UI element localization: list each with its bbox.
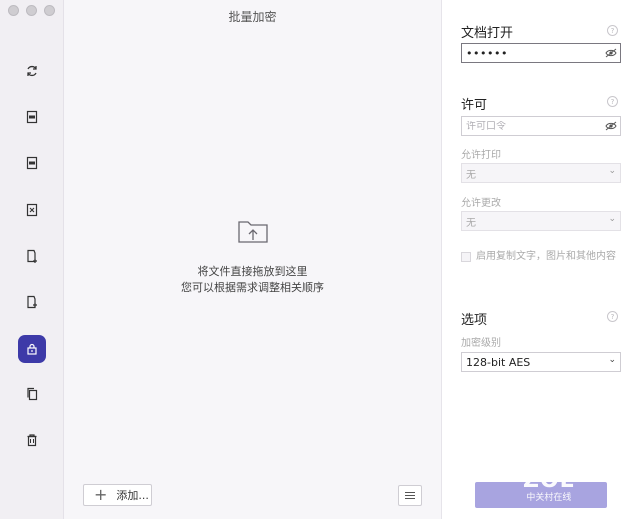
chevron-down-icon: ⌄ xyxy=(608,214,616,224)
allow-print-select[interactable]: 无 ⌄ xyxy=(461,163,621,183)
drop-hint-line1: 将文件直接拖放到这里 xyxy=(197,265,308,278)
rail-item-compress[interactable] xyxy=(18,196,46,224)
file-convert-icon xyxy=(26,156,38,170)
chevron-down-icon: ⌄ xyxy=(608,166,616,176)
help-icon[interactable]: ? xyxy=(607,96,618,107)
allow-print-label: 允许打印 xyxy=(461,150,501,161)
rail-item-pdf-to-word[interactable] xyxy=(18,149,46,177)
trash-icon xyxy=(27,434,37,447)
app-window: 批量加密 将文件直接拖放到这里 您可以根据需求调整相关顺序 + 添加... 文档… xyxy=(0,0,640,519)
rail-item-convert[interactable] xyxy=(18,57,46,85)
watermark-sub: 中关村在线 xyxy=(526,493,572,503)
zol-watermark: ZOL 中关村在线 xyxy=(523,468,575,503)
allow-change-select[interactable]: 无 ⌄ xyxy=(461,211,621,231)
lock-icon xyxy=(27,343,37,355)
add-files-button[interactable]: + 添加... xyxy=(83,484,152,506)
encryption-level-select[interactable]: 128-bit AES ⌄ xyxy=(461,352,621,372)
drop-hint: 将文件直接拖放到这里 您可以根据需求调整相关顺序 xyxy=(64,264,441,296)
file-compress-icon xyxy=(26,203,38,217)
permission-password-field[interactable] xyxy=(461,116,621,136)
encryption-level-value: 128-bit AES xyxy=(466,355,531,369)
open-section-title: 文档打开 xyxy=(461,26,514,41)
minimize-window-button[interactable] xyxy=(26,5,37,16)
refresh-icon xyxy=(27,65,37,77)
window-controls xyxy=(8,5,55,16)
encryption-level-label: 加密级别 xyxy=(461,338,501,349)
enable-copy-label: 启用复制文字，图片和其他内容 xyxy=(476,251,616,262)
hamburger-icon xyxy=(405,491,415,500)
copy-icon xyxy=(27,387,38,401)
window-title: 批量加密 xyxy=(228,10,277,24)
folder-upload-icon xyxy=(238,221,268,243)
close-window-button[interactable] xyxy=(8,5,19,16)
add-files-label: 添加... xyxy=(116,489,149,502)
file-merge-icon xyxy=(27,295,37,309)
enable-copy-option[interactable]: 启用复制文字，图片和其他内容 xyxy=(461,250,621,264)
help-icon[interactable]: ? xyxy=(607,311,618,322)
hide-password-icon[interactable] xyxy=(605,48,617,58)
drop-hint-line2: 您可以根据需求调整相关顺序 xyxy=(181,281,324,294)
rail-item-copy[interactable] xyxy=(18,380,46,408)
enable-copy-checkbox[interactable] xyxy=(461,252,471,262)
permission-section-title: 许可 xyxy=(461,98,488,113)
list-menu-button[interactable] xyxy=(398,485,422,506)
rail-item-ocr[interactable] xyxy=(18,103,46,131)
help-icon[interactable]: ? xyxy=(607,25,618,36)
open-password-value: •••••• xyxy=(466,46,508,60)
rail-item-merge[interactable] xyxy=(18,288,46,316)
options-section-title: 选项 xyxy=(461,313,488,328)
open-password-field[interactable]: •••••• xyxy=(461,43,621,63)
rail-item-encrypt[interactable] xyxy=(18,335,46,363)
hide-password-icon[interactable] xyxy=(605,121,617,131)
file-drop-area[interactable]: 批量加密 将文件直接拖放到这里 您可以根据需求调整相关顺序 + 添加... xyxy=(64,0,442,519)
plus-icon: + xyxy=(94,485,108,504)
permission-password-input[interactable] xyxy=(466,120,596,132)
allow-change-label: 允许更改 xyxy=(461,198,501,209)
allow-change-value: 无 xyxy=(466,217,476,229)
rail-item-create[interactable] xyxy=(18,242,46,270)
allow-print-value: 无 xyxy=(466,169,476,181)
zoom-window-button[interactable] xyxy=(44,5,55,16)
chevron-down-icon: ⌄ xyxy=(608,355,616,365)
encryption-settings-panel: 文档打开 ? •••••• 许可 ? 允许打印 无 ⌄ 允许更改 无 ⌄ 启用复… xyxy=(443,0,640,519)
tool-sidebar xyxy=(0,0,64,519)
file-add-icon xyxy=(27,249,37,263)
ocr-document-icon xyxy=(26,110,38,124)
rail-item-delete[interactable] xyxy=(18,426,46,454)
